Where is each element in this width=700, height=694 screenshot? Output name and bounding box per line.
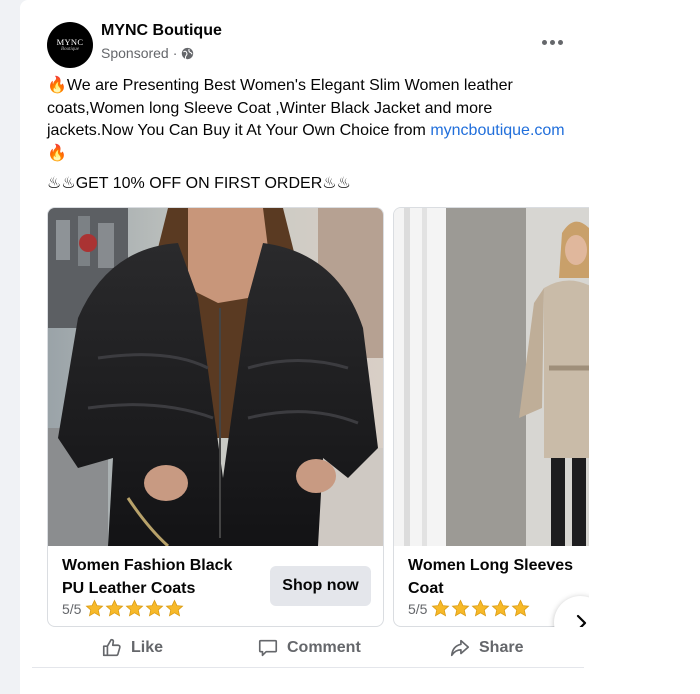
avatar-logo-subtext: Boutique — [60, 47, 80, 53]
product-image-beige-long-coat — [394, 208, 589, 546]
more-options-button[interactable] — [536, 28, 568, 56]
comment-icon — [258, 639, 278, 657]
product-title-line: Women Long Sleeves — [408, 557, 574, 574]
product-title[interactable]: Women Long Sleeves Coat — [408, 554, 589, 600]
post-message: 🔥We are Presenting Best Women's Elegant … — [47, 75, 567, 165]
star-icon — [471, 599, 490, 617]
comment-label: Comment — [287, 639, 361, 656]
post-actions: Like Comment Share — [32, 630, 584, 666]
product-rating: 5/5 — [62, 599, 184, 618]
dot — [541, 39, 547, 45]
sponsored-post-card: MYNC Boutique MYNC Boutique Sponsored · … — [20, 0, 700, 694]
page-avatar[interactable]: MYNC Boutique — [47, 22, 93, 68]
bottom-divider — [32, 667, 584, 668]
share-button[interactable]: Share — [449, 630, 523, 666]
sponsored-line: Sponsored · — [101, 45, 194, 61]
dot — [549, 39, 555, 45]
star-icon — [125, 599, 144, 617]
rating-text: 5/5 — [408, 600, 428, 617]
product-photo[interactable] — [394, 208, 589, 546]
product-title-line: Coat — [408, 580, 444, 597]
comment-button[interactable]: Comment — [257, 630, 361, 666]
star-icon — [105, 599, 124, 617]
star-icon — [491, 599, 510, 617]
product-photo[interactable] — [48, 208, 383, 546]
like-button[interactable]: Like — [101, 630, 163, 666]
rating-text: 5/5 — [62, 600, 82, 617]
star-icon — [145, 599, 164, 617]
promo-line: ♨♨GET 10% OFF ON FIRST ORDER♨♨ — [47, 175, 351, 192]
product-title-line: PU Leather Coats — [62, 580, 196, 597]
thumbs-up-icon — [102, 638, 121, 657]
shop-now-button[interactable]: Shop now — [270, 566, 371, 606]
star-icon — [85, 599, 104, 617]
star-icon — [431, 599, 450, 617]
fire-emoji: 🔥 — [47, 144, 67, 162]
product-image-black-puffer-coat — [48, 208, 383, 546]
share-label: Share — [479, 639, 524, 656]
avatar-logo-text: MYNC — [56, 36, 84, 47]
sponsored-label[interactable]: Sponsored — [101, 45, 169, 61]
globe-icon[interactable] — [181, 47, 194, 60]
dot — [557, 39, 563, 45]
carousel-card[interactable]: Women Fashion Black PU Leather Coats 5/5… — [47, 207, 384, 627]
product-carousel: Women Fashion Black PU Leather Coats 5/5… — [47, 207, 589, 627]
product-title-line: Women Fashion Black — [62, 557, 233, 574]
share-icon — [450, 639, 470, 657]
rating-stars — [85, 599, 184, 618]
rating-stars — [431, 599, 530, 618]
carousel-card[interactable]: Women Long Sleeves Coat 5/5 — [393, 207, 589, 627]
like-label: Like — [131, 639, 164, 656]
star-icon — [511, 599, 530, 617]
website-link[interactable]: myncboutique.com — [430, 122, 564, 139]
product-title[interactable]: Women Fashion Black PU Leather Coats — [62, 554, 252, 600]
product-rating: 5/5 — [408, 599, 530, 618]
page-name[interactable]: MYNC Boutique — [101, 22, 222, 40]
separator-dot: · — [172, 45, 178, 61]
star-icon — [451, 599, 470, 617]
chevron-right-icon — [576, 614, 586, 627]
fire-emoji: 🔥 — [47, 77, 67, 94]
star-icon — [165, 599, 184, 617]
